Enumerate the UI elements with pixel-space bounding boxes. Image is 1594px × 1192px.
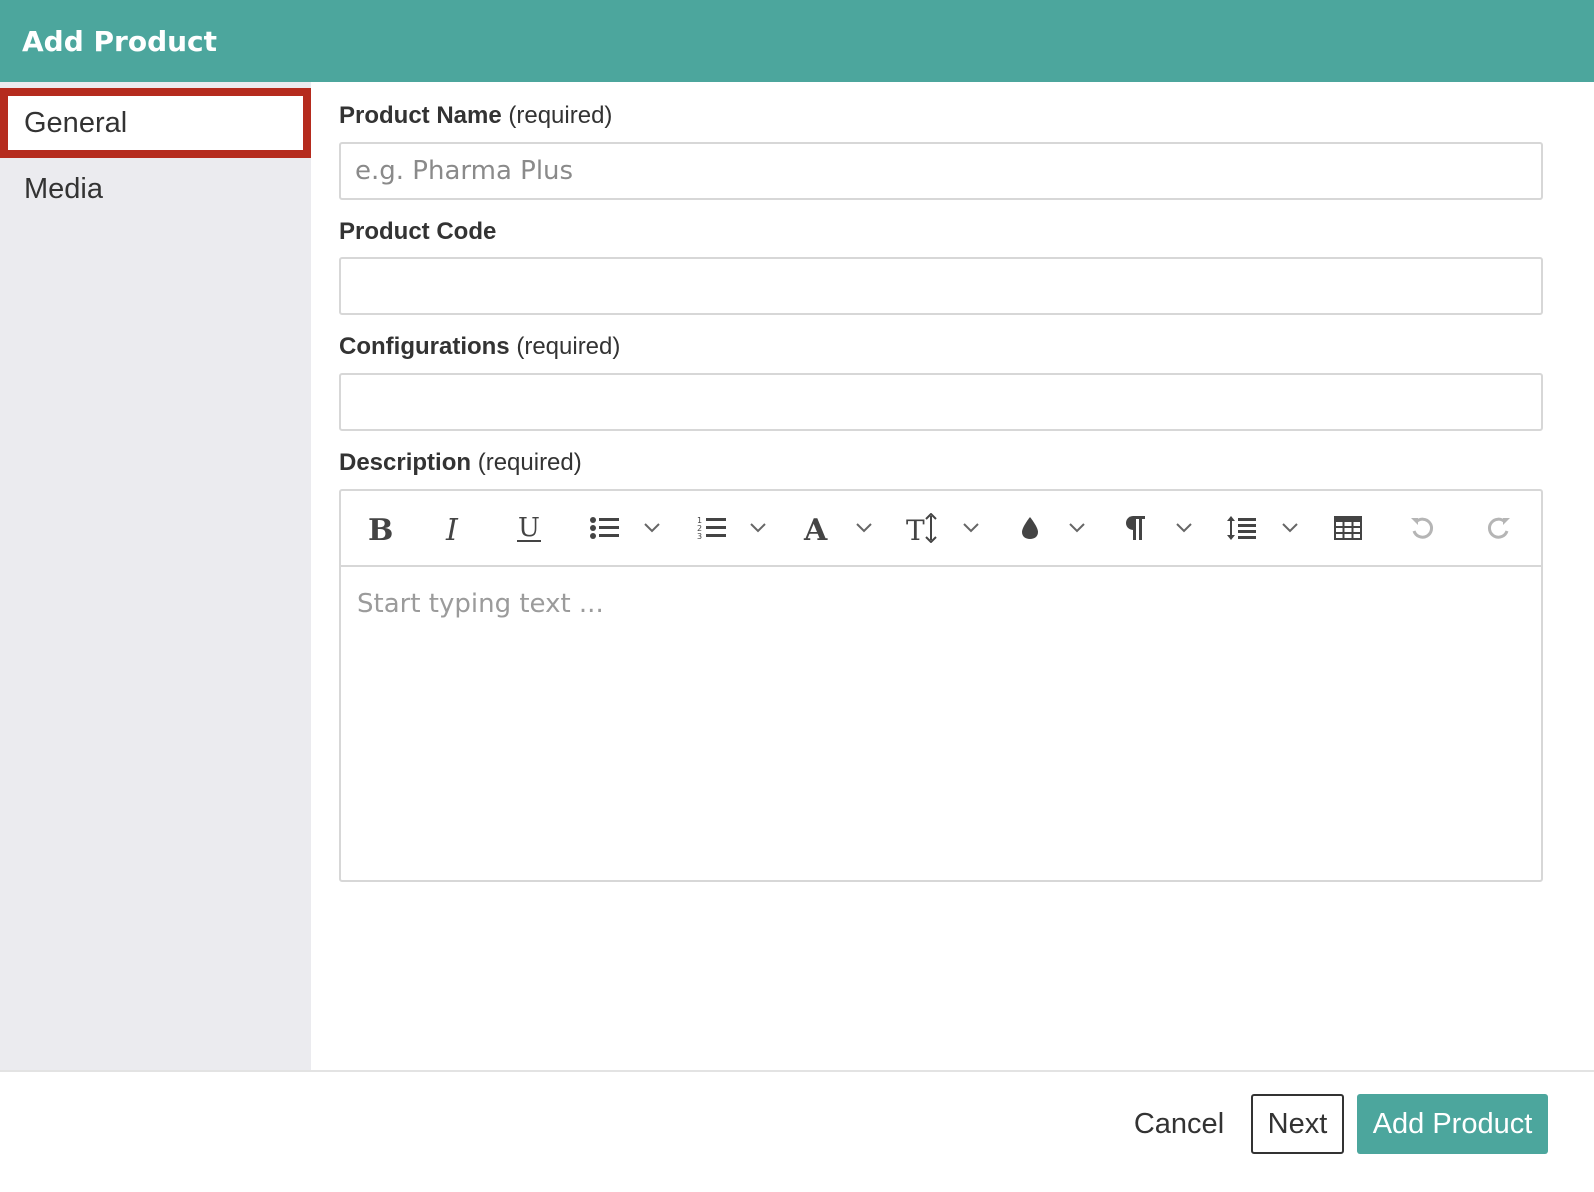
sidebar-item-media[interactable]: Media [0, 154, 311, 224]
description-label-text: Description [339, 449, 472, 476]
required-suffix: (required) [477, 449, 582, 476]
svg-text:I: I [445, 513, 459, 543]
required-suffix: (required) [516, 333, 621, 360]
configurations-label: Configurations (required) [339, 333, 620, 361]
font-dropdown[interactable] [851, 503, 877, 553]
bullet-list-icon [590, 517, 619, 539]
chevron-down-icon [644, 523, 660, 533]
product-name-input[interactable] [339, 142, 1543, 200]
bold-button[interactable]: B [359, 503, 399, 553]
cancel-button[interactable]: Cancel [1120, 1094, 1238, 1154]
dialog-footer: Cancel Next Add Product [0, 1070, 1594, 1192]
italic-button[interactable]: I [434, 503, 474, 553]
font-button[interactable]: A [797, 503, 837, 553]
configurations-input[interactable] [339, 373, 1543, 431]
chevron-down-icon [750, 523, 766, 533]
chevron-down-icon [856, 523, 872, 533]
sidebar: General Media [0, 82, 311, 1070]
undo-icon [1411, 517, 1434, 539]
line-height-dropdown[interactable] [1277, 503, 1303, 553]
font-size-dropdown[interactable] [958, 503, 984, 553]
svg-text:T: T [906, 514, 925, 543]
product-name-label-text: Product Name [339, 102, 502, 129]
text-color-dropdown[interactable] [1064, 503, 1090, 553]
redo-button[interactable] [1478, 503, 1518, 553]
chevron-down-icon [963, 523, 979, 533]
chevron-down-icon [1176, 523, 1192, 533]
svg-text:U: U [518, 513, 540, 543]
configurations-label-text: Configurations [339, 333, 510, 360]
description-editor-body[interactable]: Start typing text ... [341, 569, 1541, 880]
product-code-label: Product Code [339, 218, 496, 246]
description-label: Description (required) [339, 449, 582, 477]
svg-text:A: A [803, 513, 828, 543]
table-icon [1334, 516, 1362, 540]
table-button[interactable] [1328, 503, 1368, 553]
add-product-button[interactable]: Add Product [1357, 1094, 1548, 1154]
font-icon: A [803, 513, 828, 543]
editor-toolbar: B I U 1 2 3 A T [341, 491, 1541, 567]
bullet-list-button[interactable] [585, 503, 625, 553]
required-suffix: (required) [508, 102, 613, 129]
undo-button[interactable] [1403, 503, 1443, 553]
chevron-down-icon [1282, 523, 1298, 533]
bold-icon: B [368, 513, 392, 543]
text-color-icon [1022, 517, 1038, 539]
font-size-icon: T [906, 513, 937, 543]
redo-icon [1487, 517, 1510, 539]
svg-text:B: B [368, 513, 392, 543]
font-size-button[interactable]: T [903, 503, 943, 553]
bullet-list-dropdown[interactable] [639, 503, 665, 553]
underline-icon: U [517, 513, 541, 543]
underline-button[interactable]: U [509, 503, 549, 553]
numbered-list-dropdown[interactable] [745, 503, 771, 553]
sidebar-item-label: Media [24, 172, 103, 205]
italic-icon: I [445, 513, 459, 543]
paragraph-dropdown[interactable] [1171, 503, 1197, 553]
dialog-title: Add Product [22, 24, 218, 58]
numbered-list-icon: 1 2 3 [697, 516, 726, 541]
dialog-header: Add Product [0, 0, 1594, 82]
line-height-icon [1227, 516, 1256, 540]
svg-text:3: 3 [697, 532, 702, 541]
product-code-input[interactable] [339, 257, 1543, 315]
product-name-label: Product Name (required) [339, 102, 612, 130]
chevron-down-icon [1069, 523, 1085, 533]
paragraph-button[interactable] [1116, 503, 1156, 553]
next-button[interactable]: Next [1251, 1094, 1344, 1154]
product-code-label-text: Product Code [339, 218, 497, 245]
text-color-button[interactable] [1010, 503, 1050, 553]
sidebar-item-label: General [24, 106, 128, 139]
line-height-button[interactable] [1222, 503, 1262, 553]
rich-text-editor: B I U 1 2 3 A T Start typing text ... [339, 489, 1543, 882]
numbered-list-button[interactable]: 1 2 3 [692, 503, 732, 553]
sidebar-item-general[interactable]: General [0, 88, 311, 158]
paragraph-icon [1126, 516, 1145, 540]
